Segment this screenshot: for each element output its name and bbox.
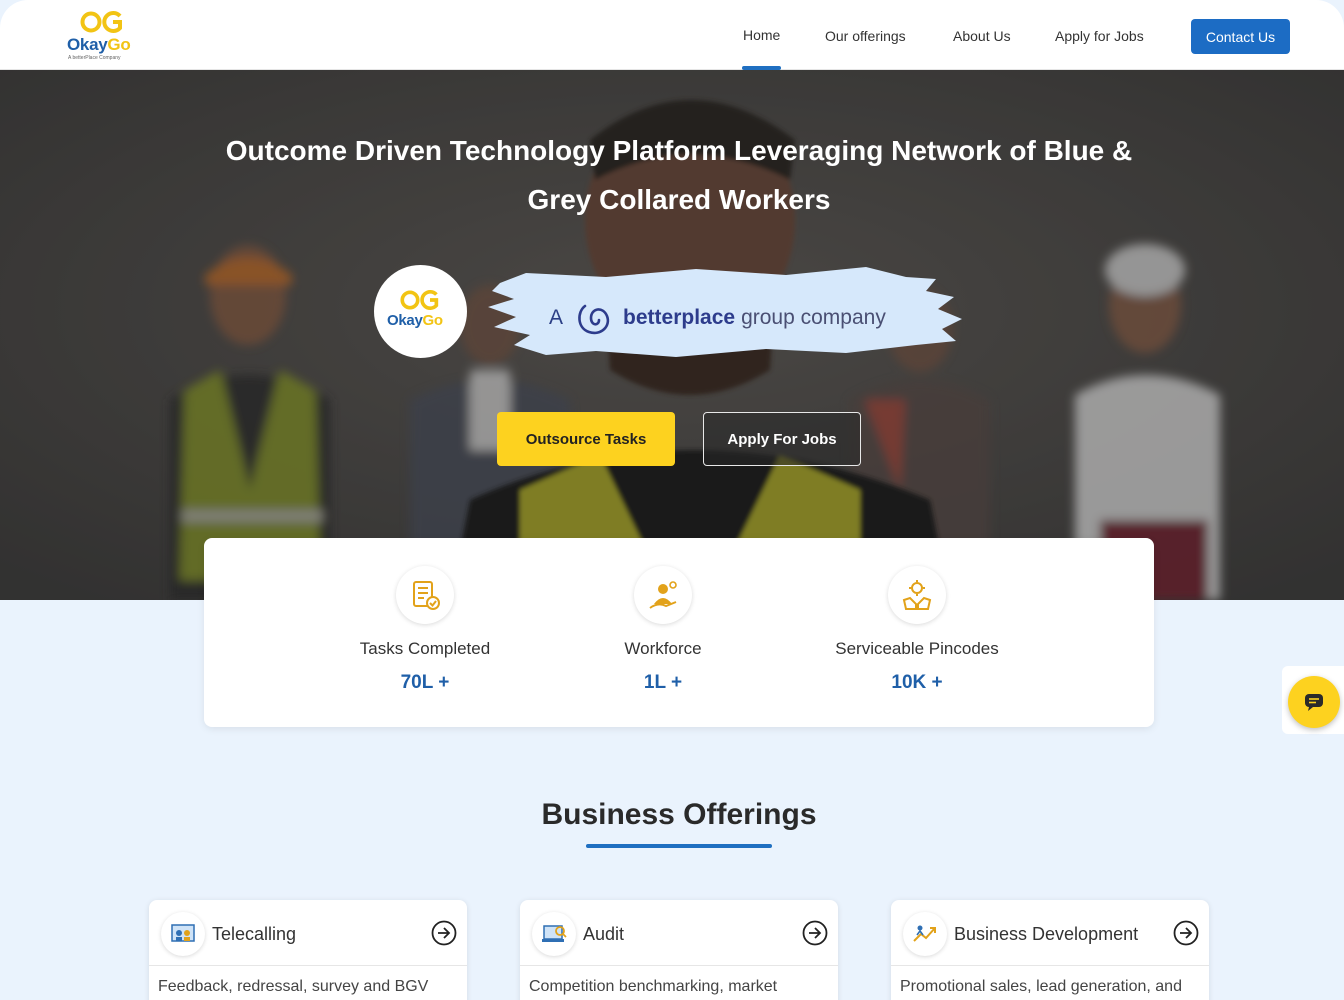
betterplace-wordmark: betterplace — [623, 306, 736, 329]
offering-card-header: Audit — [520, 900, 838, 966]
outsource-tasks-button[interactable]: Outsource Tasks — [497, 412, 675, 466]
offering-title: Audit — [583, 924, 625, 944]
nav-apply-for-jobs[interactable]: Apply for Jobs — [1055, 28, 1144, 44]
chat-icon — [1305, 694, 1323, 711]
top-navbar: OkayGo A betterPlace Company Home Our of… — [0, 0, 1344, 70]
contact-us-button[interactable]: Contact Us — [1191, 19, 1290, 54]
offering-card-audit[interactable]: Audit Competition benchmarking, market — [520, 900, 838, 1000]
business-development-icon — [903, 912, 947, 956]
offering-title: Business Development — [954, 924, 1139, 944]
offering-card-business-development[interactable]: Business Development Promotional sales, … — [891, 900, 1209, 1000]
og-logo-mark — [400, 290, 439, 310]
betterplace-group-label: A betterplace group company — [549, 298, 886, 338]
stat-value: 10K + — [891, 672, 943, 693]
offering-description: Competition benchmarking, market — [529, 978, 778, 995]
og-logo-mark — [80, 11, 122, 33]
page: OkayGo A betterPlace Company Home Our of… — [0, 0, 1344, 1000]
stat-label: Tasks Completed — [359, 639, 491, 658]
badge-wordmark: OkayGo — [387, 312, 443, 329]
nav-home[interactable]: Home — [743, 27, 780, 43]
offering-card-telecalling[interactable]: Telecalling Feedback, redressal, survey … — [149, 900, 467, 1000]
offering-description: Feedback, redressal, survey and BGV — [158, 978, 429, 995]
offering-card-header: Telecalling — [149, 900, 467, 966]
tasks-checklist-icon — [396, 566, 454, 624]
hero-title: Outcome Driven Technology Platform Lever… — [225, 135, 1133, 215]
stat-label: Workforce — [624, 639, 702, 658]
logo-wordmark: OkayGo — [67, 35, 131, 54]
offering-card-header: Business Development — [891, 900, 1209, 966]
group-suffix: group company — [741, 306, 886, 329]
apply-for-jobs-button[interactable]: Apply For Jobs — [703, 412, 861, 466]
stat-label: Serviceable Pincodes — [835, 639, 999, 658]
offering-title: Telecalling — [212, 924, 297, 944]
okaygo-logo[interactable]: OkayGo A betterPlace Company — [66, 10, 140, 64]
business-offerings-heading: Business Offerings — [541, 798, 817, 831]
nav-active-indicator — [742, 66, 781, 70]
telecalling-icon — [161, 912, 205, 956]
heading-underline — [586, 844, 772, 848]
stat-value: 1L + — [643, 672, 683, 693]
stats-card: Tasks Completed 70L + Workforce 1L + Ser… — [204, 538, 1154, 727]
stat-value: 70L + — [400, 672, 450, 693]
okaygo-badge-logo: OkayGo — [374, 265, 467, 358]
nav-our-offerings[interactable]: Our offerings — [825, 28, 906, 44]
group-prefix: A — [549, 306, 564, 329]
arrow-right-circle-icon[interactable] — [431, 920, 457, 946]
pincode-hands-icon — [888, 566, 946, 624]
arrow-right-circle-icon[interactable] — [802, 920, 828, 946]
offering-description: Promotional sales, lead generation, and — [900, 978, 1182, 995]
audit-icon — [532, 912, 576, 956]
workforce-icon — [634, 566, 692, 624]
logo-tagline: A betterPlace Company — [68, 55, 121, 61]
chat-button[interactable] — [1288, 676, 1340, 728]
hero-section: Outcome Driven Technology Platform Lever… — [0, 70, 1344, 600]
nav-about-us[interactable]: About Us — [953, 28, 1011, 44]
betterplace-logo-icon — [578, 304, 610, 335]
arrow-right-circle-icon[interactable] — [1173, 920, 1199, 946]
